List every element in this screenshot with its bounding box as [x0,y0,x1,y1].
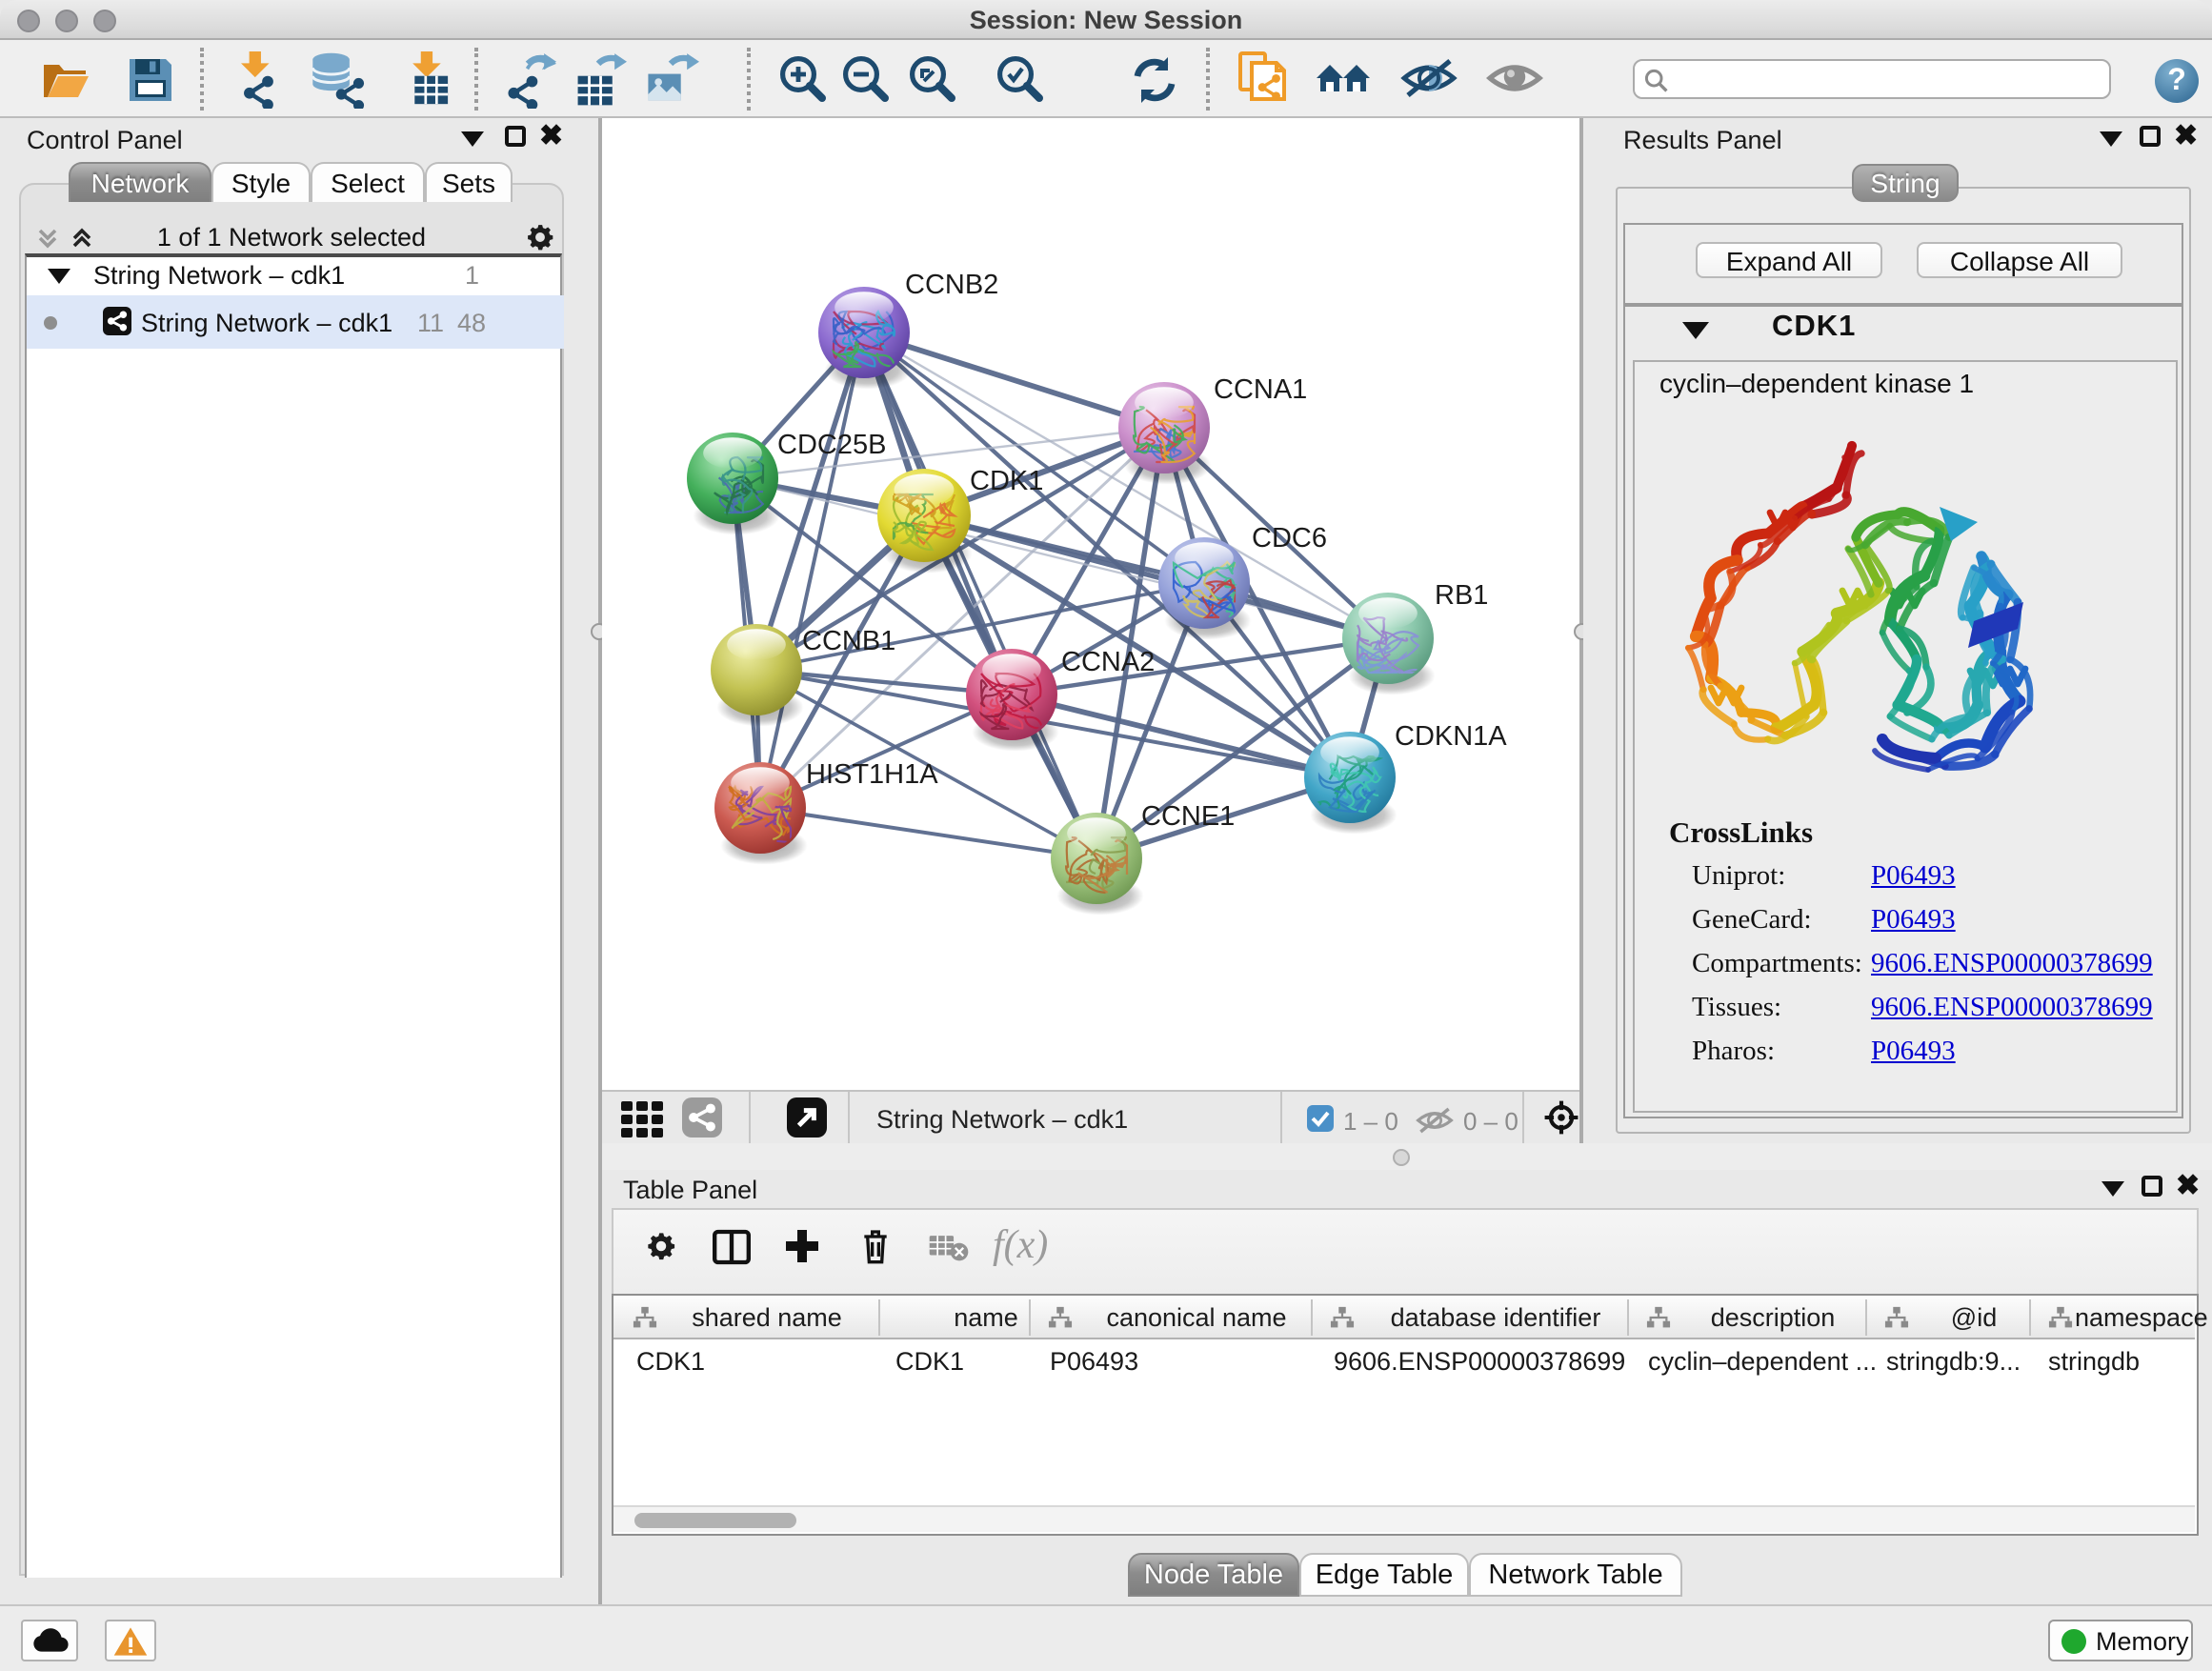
svg-text:CCNA2: CCNA2 [1061,647,1155,677]
svg-text:CDKN1A: CDKN1A [1395,721,1507,752]
svg-text:RB1: RB1 [1435,580,1488,611]
svg-text:CCNB1: CCNB1 [802,626,895,656]
svg-text:HIST1H1A: HIST1H1A [806,759,938,790]
svg-text:CCNE1: CCNE1 [1141,801,1235,832]
svg-text:CCNA1: CCNA1 [1214,374,1307,405]
svg-text:CDC25B: CDC25B [777,430,886,460]
svg-text:CCNB2: CCNB2 [905,270,998,300]
svg-text:CDC6: CDC6 [1252,523,1327,554]
svg-text:CDK1: CDK1 [970,466,1043,496]
